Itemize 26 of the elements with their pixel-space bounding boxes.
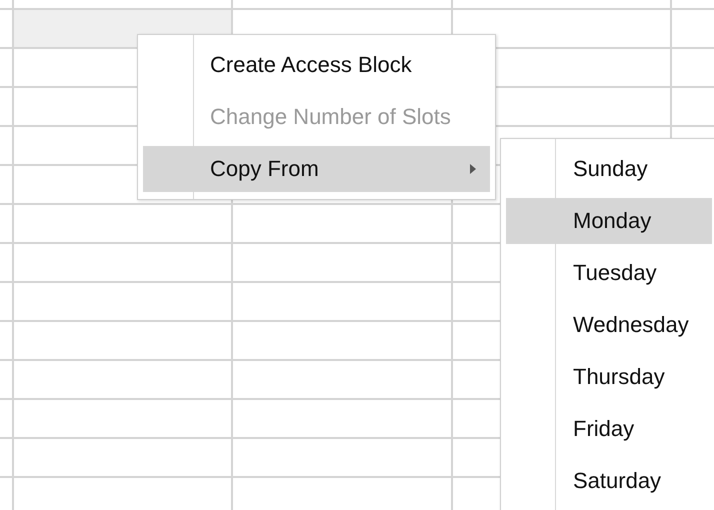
menu-item[interactable]: Tuesday — [506, 247, 712, 299]
table-cell — [0, 205, 12, 242]
table-cell — [0, 361, 12, 398]
table-cell — [0, 322, 12, 359]
table-cell — [0, 244, 12, 281]
menu-item[interactable]: Thursday — [506, 351, 712, 403]
table-cell — [0, 49, 12, 86]
menu-item[interactable]: Monday — [506, 198, 712, 244]
menu-item[interactable]: Friday — [506, 403, 712, 455]
table-cell — [672, 10, 714, 47]
table-cell — [0, 283, 12, 320]
menu-item[interactable]: Wednesday — [506, 299, 712, 351]
table-cell — [672, 88, 714, 125]
submenu-arrow-icon — [470, 164, 476, 174]
menu-item[interactable]: Sunday — [506, 143, 712, 195]
table-cell — [0, 400, 12, 437]
menu-item[interactable]: Copy From — [143, 146, 490, 192]
table-cell — [0, 166, 12, 203]
table-cell — [0, 88, 12, 125]
table-cell — [672, 49, 714, 86]
table-cell — [0, 478, 12, 510]
menu-item[interactable]: Saturday — [506, 455, 712, 507]
table-cell — [0, 439, 12, 476]
table-cell — [0, 10, 12, 47]
menu-item[interactable]: Create Access Block — [143, 39, 490, 91]
table-cell — [0, 127, 12, 164]
